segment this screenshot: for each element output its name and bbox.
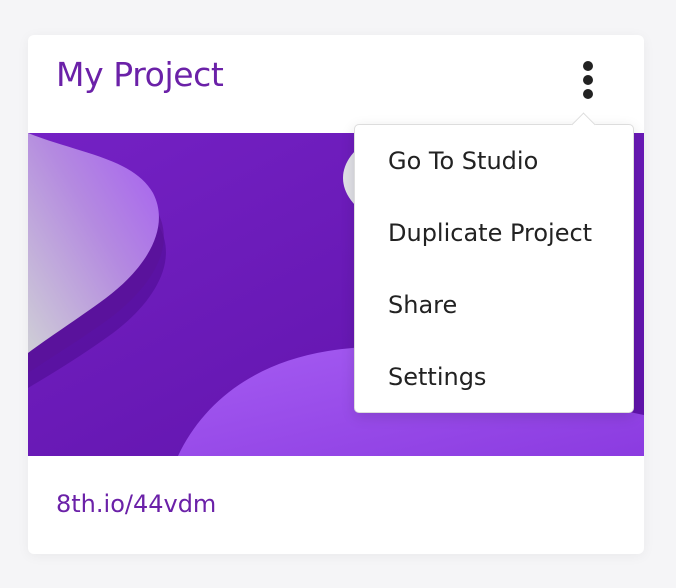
project-title: My Project [56,55,224,94]
project-options-menu: Go To Studio Duplicate Project Share Set… [354,112,634,413]
menu-item-settings[interactable]: Settings [355,341,633,413]
menu-item-go-to-studio[interactable]: Go To Studio [355,125,633,197]
menu-item-share[interactable]: Share [355,269,633,341]
project-short-link[interactable]: 8th.io/44vdm [56,490,216,518]
more-options-button[interactable] [572,59,604,101]
menu-item-duplicate-project[interactable]: Duplicate Project [355,197,633,269]
